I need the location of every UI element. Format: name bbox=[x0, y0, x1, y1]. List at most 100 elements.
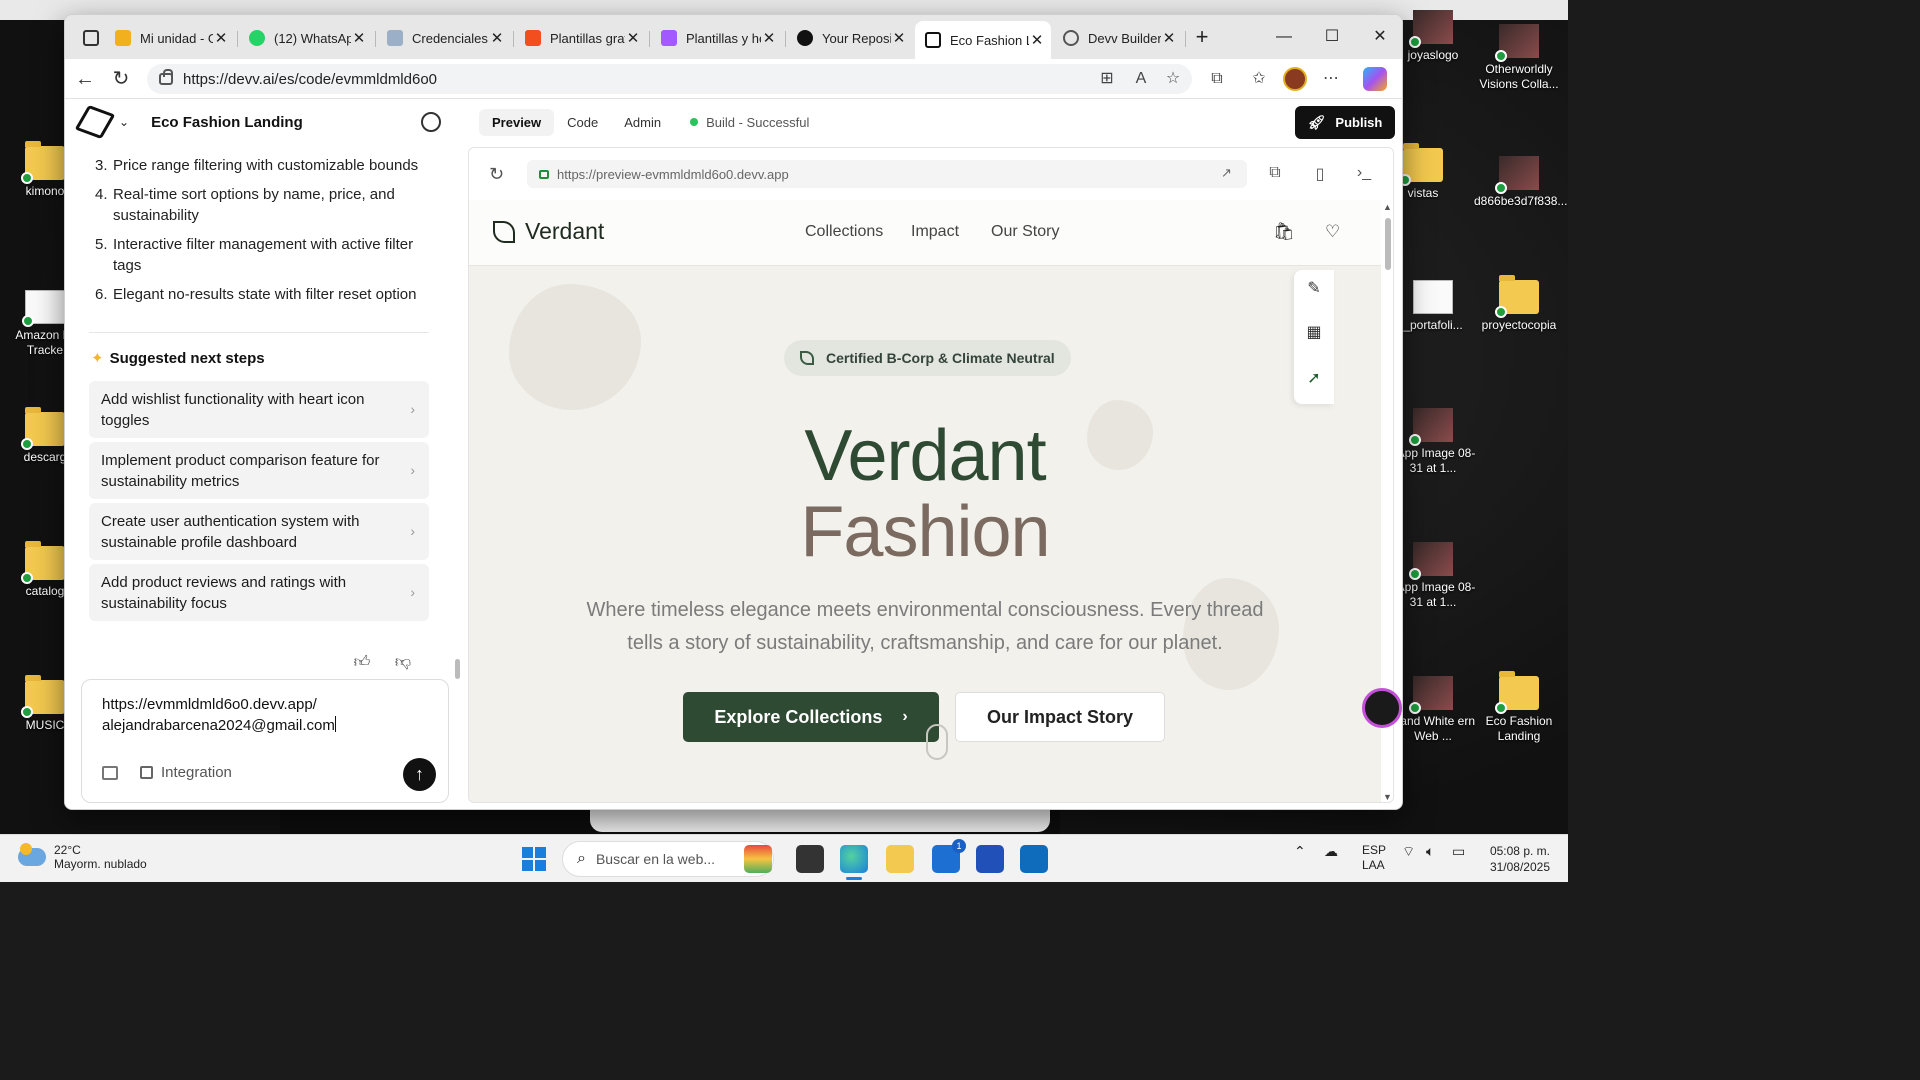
impact-story-button[interactable]: Our Impact Story bbox=[955, 692, 1165, 742]
close-icon[interactable]: ✕ bbox=[213, 29, 229, 47]
close-icon[interactable]: ✕ bbox=[1161, 29, 1177, 47]
apps-icon[interactable]: ⊞ bbox=[1095, 67, 1119, 91]
minimize-button[interactable]: — bbox=[1261, 23, 1307, 51]
thumbs-down-icon[interactable]: 👎︎ bbox=[392, 653, 414, 672]
more-menu-icon[interactable]: ⋯ bbox=[1319, 67, 1343, 91]
integration-button[interactable]: Integration bbox=[140, 764, 232, 781]
close-window-button[interactable]: ✕ bbox=[1357, 23, 1402, 51]
desktop-icon[interactable]: Otherworldly Visions Colla... bbox=[1474, 24, 1564, 92]
browser-tab[interactable]: Your Reposito ✕ bbox=[787, 23, 913, 53]
image-file-icon bbox=[1409, 676, 1453, 714]
vscode-icon[interactable] bbox=[976, 845, 1004, 873]
suggestion-card[interactable]: Implement product comparison feature for… bbox=[89, 442, 429, 499]
close-icon[interactable]: ✕ bbox=[761, 29, 777, 47]
profile-avatar[interactable] bbox=[1283, 67, 1307, 91]
start-button[interactable] bbox=[522, 847, 546, 871]
nav-link-collections[interactable]: Collections bbox=[805, 223, 883, 241]
suggestion-card[interactable]: Add product reviews and ratings with sus… bbox=[89, 564, 429, 621]
chat-input-box[interactable]: https://evmmldmld6o0.devv.app/ alejandra… bbox=[81, 679, 449, 803]
external-link-icon[interactable]: ↗ bbox=[1221, 165, 1232, 181]
magic-wand-icon[interactable]: ✎ bbox=[1304, 278, 1324, 298]
image-upload-icon[interactable] bbox=[102, 766, 118, 780]
taskbar-search[interactable]: ⌕ Buscar en la web... bbox=[562, 841, 774, 877]
browser-tab[interactable]: Plantillas grat ✕ bbox=[515, 23, 647, 53]
tab-code[interactable]: Code bbox=[554, 109, 611, 136]
reload-icon[interactable]: ↻ bbox=[489, 164, 504, 185]
mobile-view-icon[interactable]: ▯ bbox=[1310, 164, 1330, 184]
weather-widget[interactable]: 22°C Mayorm. nublado bbox=[18, 843, 147, 871]
ai-assistant-button[interactable] bbox=[1362, 688, 1402, 728]
copilot-search-icon[interactable] bbox=[744, 845, 772, 873]
store-icon[interactable]: 1 bbox=[932, 839, 966, 873]
refresh-button[interactable]: ↻ bbox=[107, 65, 135, 93]
system-clock[interactable]: 05:08 p. m. 31/08/2025 bbox=[1484, 843, 1550, 875]
close-icon[interactable]: ✕ bbox=[489, 29, 505, 47]
nav-link-impact[interactable]: Impact bbox=[911, 223, 959, 241]
explore-collections-button[interactable]: Explore Collections › bbox=[683, 692, 939, 742]
read-aloud-icon[interactable]: A bbox=[1129, 67, 1153, 91]
desktop-icon[interactable]: proyectocopia bbox=[1474, 275, 1564, 333]
desktop-icon[interactable]: Eco Fashion Landing bbox=[1474, 671, 1564, 744]
onedrive-icon[interactable]: ☁ bbox=[1324, 843, 1338, 860]
credentials-icon bbox=[387, 30, 403, 46]
close-icon[interactable]: ✕ bbox=[1029, 31, 1045, 49]
history-icon[interactable] bbox=[421, 112, 441, 132]
rocket-icon[interactable]: ➚ bbox=[1304, 368, 1324, 388]
maximize-button[interactable]: ☐ bbox=[1309, 23, 1355, 51]
suggestion-card[interactable]: Add wishlist functionality with heart ic… bbox=[89, 381, 429, 438]
new-tab-button[interactable]: + bbox=[1179, 23, 1225, 51]
extensions-icon[interactable]: ⧉ bbox=[1205, 67, 1229, 91]
browser-tab[interactable]: Devv Builder ✕ bbox=[1053, 23, 1183, 53]
chat-scrollbar[interactable] bbox=[455, 659, 460, 679]
desktop-icon[interactable]: d866be3d7f838... bbox=[1474, 156, 1567, 209]
browser-tab[interactable]: Plantillas y he ✕ bbox=[651, 23, 783, 53]
scroll-up-icon[interactable]: ▲ bbox=[1383, 202, 1392, 212]
calendar-icon[interactable]: ▦ bbox=[1304, 322, 1324, 342]
battery-icon[interactable]: ▭ bbox=[1452, 843, 1465, 860]
close-icon[interactable]: ✕ bbox=[351, 29, 367, 47]
chat-input[interactable]: https://evmmldmld6o0.devv.app/ alejandra… bbox=[102, 694, 336, 736]
tab-label: Devv Builder bbox=[1088, 30, 1161, 46]
thumbs-up-icon[interactable]: 👍︎ bbox=[351, 653, 373, 672]
close-icon[interactable]: ✕ bbox=[891, 29, 907, 47]
browser-tab-active[interactable]: Eco Fashion L ✕ bbox=[915, 21, 1051, 59]
browser-tab[interactable]: Credenciales ✕ bbox=[377, 23, 511, 53]
browser-tab[interactable]: Mi unidad - G ✕ bbox=[105, 23, 235, 53]
task-view-icon[interactable] bbox=[796, 845, 824, 873]
back-button[interactable]: ← bbox=[71, 65, 99, 93]
volume-icon[interactable]: 🔈︎ bbox=[1426, 843, 1434, 860]
tab-actions-button[interactable] bbox=[73, 23, 103, 53]
devv-logo-icon[interactable] bbox=[74, 105, 116, 139]
list-text: Price range filtering with customizable … bbox=[113, 157, 419, 174]
preview-url-bar[interactable]: https://preview-evmmldmld6o0.devv.app bbox=[527, 160, 1247, 188]
tab-preview[interactable]: Preview bbox=[479, 108, 555, 136]
shopping-bag-icon[interactable]: 🛍︎ bbox=[1273, 222, 1295, 242]
favorites-icon[interactable]: ✩ bbox=[1247, 67, 1271, 91]
folder-icon bbox=[1399, 143, 1443, 186]
suggestion-card[interactable]: Create user authentication system with s… bbox=[89, 503, 429, 560]
send-button[interactable]: ↑ bbox=[403, 758, 436, 791]
close-icon[interactable]: ✕ bbox=[625, 29, 641, 47]
browser-tab[interactable]: (12) WhatsApp ✕ bbox=[239, 23, 373, 53]
publish-button[interactable]: 🚀︎ Publish bbox=[1295, 106, 1395, 139]
chevron-down-icon[interactable]: ⌄ bbox=[119, 115, 129, 129]
site-brand[interactable]: Verdant bbox=[493, 218, 604, 245]
favorite-star-icon[interactable]: ☆ bbox=[1161, 67, 1185, 91]
edge-browser-icon[interactable] bbox=[840, 845, 868, 873]
tab-admin[interactable]: Admin bbox=[611, 109, 674, 136]
chevron-up-icon[interactable]: ⌃ bbox=[1294, 843, 1306, 860]
file-explorer-icon[interactable] bbox=[886, 845, 914, 873]
scrollbar-thumb[interactable] bbox=[1385, 218, 1391, 270]
language-indicator[interactable]: ESP LAA bbox=[1362, 843, 1386, 873]
preview-frame: ↻ https://preview-evmmldmld6o0.devv.app … bbox=[468, 147, 1394, 803]
wifi-icon[interactable]: ⌔ bbox=[1402, 843, 1415, 861]
url-input[interactable]: https://devv.ai/es/code/evmmldmld6o0 bbox=[147, 64, 1192, 94]
chevron-right-icon: › bbox=[410, 523, 415, 539]
nav-link-our-story[interactable]: Our Story bbox=[991, 223, 1059, 241]
scroll-down-icon[interactable]: ▼ bbox=[1383, 792, 1392, 802]
heart-icon[interactable]: ♡ bbox=[1325, 222, 1340, 242]
copilot-icon[interactable] bbox=[1363, 67, 1387, 91]
outlook-icon[interactable] bbox=[1020, 845, 1048, 873]
terminal-icon[interactable]: ›_ bbox=[1354, 164, 1374, 182]
desktop-view-icon[interactable]: ⧉ bbox=[1265, 164, 1285, 182]
